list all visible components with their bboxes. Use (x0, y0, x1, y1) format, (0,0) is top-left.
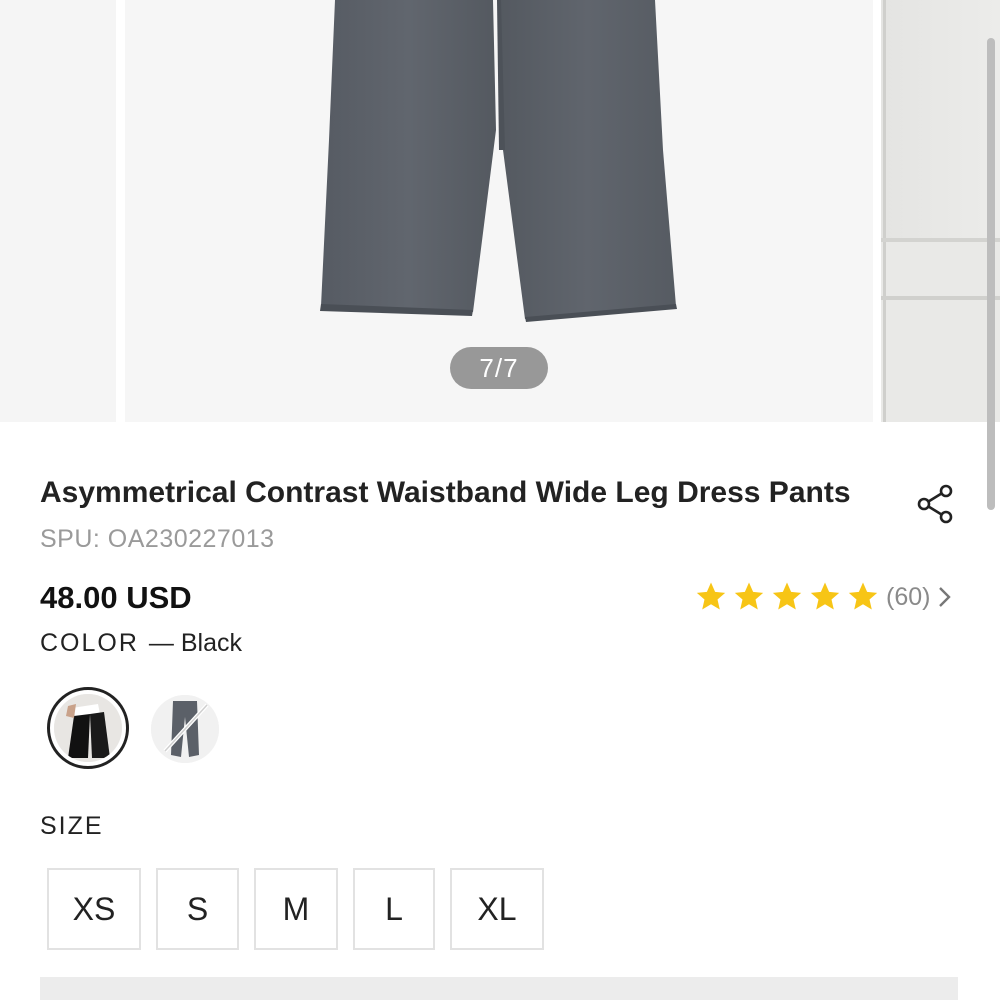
size-option-l[interactable]: L (353, 868, 435, 950)
gallery-slide-next[interactable] (881, 0, 1000, 422)
gallery-counter: 7/7 (450, 347, 548, 389)
star-icon (696, 582, 726, 610)
size-option-xl[interactable]: XL (450, 868, 544, 950)
review-count: (60) (886, 582, 931, 611)
black-pants-thumbnail (54, 694, 122, 762)
product-price: 48.00 USD (40, 580, 192, 615)
selected-color-name: Black (180, 629, 242, 657)
scrollbar[interactable] (987, 38, 995, 510)
product-image-gallery[interactable]: 7/7 (0, 0, 1000, 422)
color-swatch-black[interactable] (47, 687, 129, 769)
color-selection-label: COLOR — Black (40, 629, 242, 658)
bottom-panel (40, 977, 958, 1000)
size-option-s[interactable]: S (156, 868, 239, 950)
share-icon[interactable] (915, 483, 957, 525)
size-label: SIZE (40, 812, 104, 840)
size-option-xs[interactable]: XS (47, 868, 141, 950)
color-separator: — (148, 629, 174, 657)
star-icon (810, 582, 840, 610)
size-option-m[interactable]: M (254, 868, 338, 950)
star-icon (734, 582, 764, 610)
grey-pants-thumbnail (151, 695, 219, 763)
chevron-right-icon (939, 587, 952, 607)
product-spu: SPU: OA230227013 (40, 525, 275, 553)
color-swatch-grey[interactable] (151, 695, 219, 763)
size-options: XS S M L XL (47, 868, 544, 950)
product-title: Asymmetrical Contrast Waistband Wide Leg… (40, 476, 851, 509)
gallery-slide-previous[interactable] (0, 0, 116, 422)
star-rating (694, 580, 880, 614)
star-icon (848, 582, 878, 610)
rating-summary[interactable]: (60) (694, 578, 954, 616)
color-label: COLOR (40, 629, 139, 657)
star-icon (772, 582, 802, 610)
